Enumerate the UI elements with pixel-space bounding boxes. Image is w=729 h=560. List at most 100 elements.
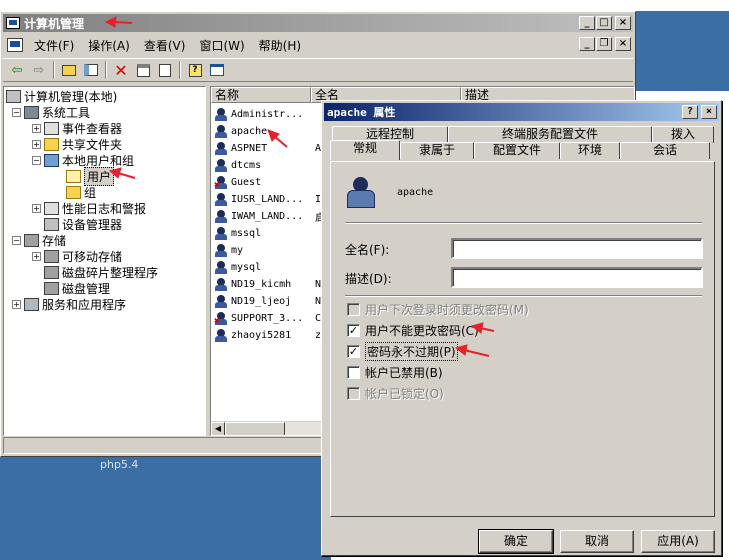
dialog-titlebar[interactable]: apache 属性 ? ×: [324, 103, 719, 121]
dialog-close-button[interactable]: ×: [701, 105, 717, 119]
computer-management-icon: [6, 17, 20, 29]
table-row[interactable]: zhaoyi5281 z: [211, 327, 321, 344]
close-button[interactable]: ×: [615, 16, 631, 30]
up-folder-icon[interactable]: [59, 60, 79, 80]
back-arrow-icon[interactable]: ⇦: [7, 60, 27, 80]
tree-pane[interactable]: 计算机管理(本地) − 系统工具 + 事件查看器 + 共享文件夹 − 本地用户和…: [3, 86, 206, 436]
table-row[interactable]: apache: [211, 123, 267, 140]
scroll-thumb[interactable]: [225, 422, 285, 435]
checkbox-account-disabled[interactable]: 帐户已禁用(B): [347, 364, 443, 380]
checkbox-box[interactable]: [347, 386, 360, 400]
checkbox-label: 密码永不过期(P): [365, 341, 458, 361]
user-icon: [214, 107, 228, 122]
checkbox-account-locked[interactable]: 帐户已锁定(O): [347, 385, 444, 401]
export-icon[interactable]: [155, 60, 175, 80]
tab-sessions[interactable]: 会话: [620, 142, 710, 159]
tree-node-shared-folders[interactable]: + 共享文件夹: [32, 136, 122, 152]
tree-node-device-manager[interactable]: 设备管理器: [44, 216, 122, 232]
menu-file[interactable]: 文件(F): [27, 37, 81, 54]
tree-node-storage[interactable]: − 存储: [12, 232, 66, 248]
menu-action[interactable]: 操作(A): [81, 37, 137, 54]
toolbar-separator: [105, 61, 107, 79]
delete-icon[interactable]: ✕: [111, 60, 131, 80]
tree-node-groups[interactable]: 组: [66, 184, 96, 200]
tab-profile[interactable]: 配置文件: [474, 142, 560, 159]
tree-node-perf-logs[interactable]: + 性能日志和警报: [32, 200, 146, 216]
tree-label: 共享文件夹: [62, 137, 123, 152]
checkbox-box[interactable]: [347, 302, 360, 316]
checkbox-password-never-expires[interactable]: ✓ 密码永不过期(P): [347, 341, 458, 361]
tree-node-root[interactable]: 计算机管理(本地): [6, 88, 117, 104]
tree-node-defrag[interactable]: 磁盘碎片整理程序: [44, 264, 158, 280]
table-row[interactable]: ✖ SUPPORT_3... C: [211, 310, 321, 327]
cancel-button[interactable]: 取消: [560, 530, 634, 553]
separator: [345, 222, 702, 224]
expand-icon[interactable]: +: [32, 203, 41, 213]
table-row[interactable]: ND19_kicmh N: [211, 276, 321, 293]
dialog-help-button[interactable]: ?: [682, 105, 698, 119]
horizontal-scrollbar[interactable]: ◀: [211, 421, 321, 435]
collapse-icon[interactable]: −: [32, 155, 41, 165]
table-row[interactable]: dtcms: [211, 157, 261, 174]
menu-window[interactable]: 窗口(W): [192, 37, 251, 54]
checkbox-box-checked[interactable]: ✓: [347, 344, 360, 358]
mmc-view-icon[interactable]: [207, 60, 227, 80]
maximize-button[interactable]: □: [596, 16, 612, 30]
mdi-close-button[interactable]: ×: [615, 37, 631, 51]
tab-environment[interactable]: 环境: [560, 142, 620, 159]
expand-icon[interactable]: +: [32, 123, 41, 133]
menu-help[interactable]: 帮助(H): [252, 37, 308, 54]
properties-icon[interactable]: [133, 60, 153, 80]
description-field[interactable]: [451, 267, 703, 288]
table-row[interactable]: IWAM_LAND... 启: [211, 208, 325, 225]
menu-view[interactable]: 查看(V): [137, 37, 193, 54]
fullname-field[interactable]: [451, 238, 703, 259]
expand-icon[interactable]: +: [12, 299, 21, 309]
mdi-restore-button[interactable]: ❐: [596, 37, 612, 51]
user-icon: [345, 176, 375, 208]
tree-node-removable-storage[interactable]: + 可移动存储: [32, 248, 122, 264]
tree-node-disk-management[interactable]: 磁盘管理: [44, 280, 110, 296]
tree-node-event-viewer[interactable]: + 事件查看器: [32, 120, 122, 136]
table-row[interactable]: ASPNET A: [211, 140, 321, 157]
tree-node-system-tools[interactable]: − 系统工具: [12, 104, 90, 120]
expand-icon[interactable]: +: [32, 251, 41, 261]
separator: [345, 295, 702, 297]
tree-label: 组: [84, 185, 97, 200]
forward-arrow-icon[interactable]: ⇨: [29, 60, 49, 80]
tab-general[interactable]: 常规: [330, 140, 400, 160]
table-row[interactable]: ND19_ljeoj N: [211, 293, 321, 310]
expand-icon[interactable]: +: [32, 139, 41, 149]
column-header-name[interactable]: 名称: [211, 87, 311, 103]
tab-dial-in[interactable]: 拨入: [652, 126, 714, 143]
scroll-left-button[interactable]: ◀: [211, 422, 225, 435]
window-titlebar[interactable]: 计算机管理 _ □ ×: [3, 14, 633, 32]
help-icon[interactable]: ?: [185, 60, 205, 80]
mdi-minimize-button[interactable]: _: [579, 37, 595, 51]
tree-node-users[interactable]: 用户: [66, 166, 115, 186]
tab-terminal-services-profile[interactable]: 终端服务配置文件: [448, 126, 652, 143]
user-icon: [214, 226, 228, 241]
table-row[interactable]: mssql: [211, 225, 261, 242]
apply-button[interactable]: 应用(A): [641, 530, 715, 553]
table-row[interactable]: mysql: [211, 259, 261, 276]
mdi-child-icon[interactable]: [7, 38, 23, 52]
tree-node-local-users-groups[interactable]: − 本地用户和组: [32, 152, 134, 168]
ok-button[interactable]: 确定: [478, 529, 554, 554]
collapse-icon[interactable]: −: [12, 107, 21, 117]
show-tree-icon[interactable]: [81, 60, 101, 80]
username-label: apache: [397, 187, 434, 198]
table-row[interactable]: IUSR_LAND... I: [211, 191, 321, 208]
collapse-icon[interactable]: −: [12, 235, 21, 245]
minimize-button[interactable]: _: [579, 16, 595, 30]
table-row[interactable]: Administr...: [211, 106, 303, 123]
defrag-icon: [44, 265, 59, 279]
checkbox-box-checked[interactable]: ✓: [347, 323, 360, 337]
table-row[interactable]: my: [211, 242, 243, 259]
checkbox-box[interactable]: [347, 365, 360, 379]
table-row[interactable]: ✖ Guest: [211, 174, 261, 191]
checkbox-cannot-change-password[interactable]: ✓ 用户不能更改密码(C): [347, 322, 479, 338]
tree-node-services[interactable]: + 服务和应用程序: [12, 296, 126, 312]
tab-member-of[interactable]: 隶属于: [400, 142, 474, 159]
checkbox-must-change-password[interactable]: 用户下次登录时须更改密码(M): [347, 301, 529, 317]
